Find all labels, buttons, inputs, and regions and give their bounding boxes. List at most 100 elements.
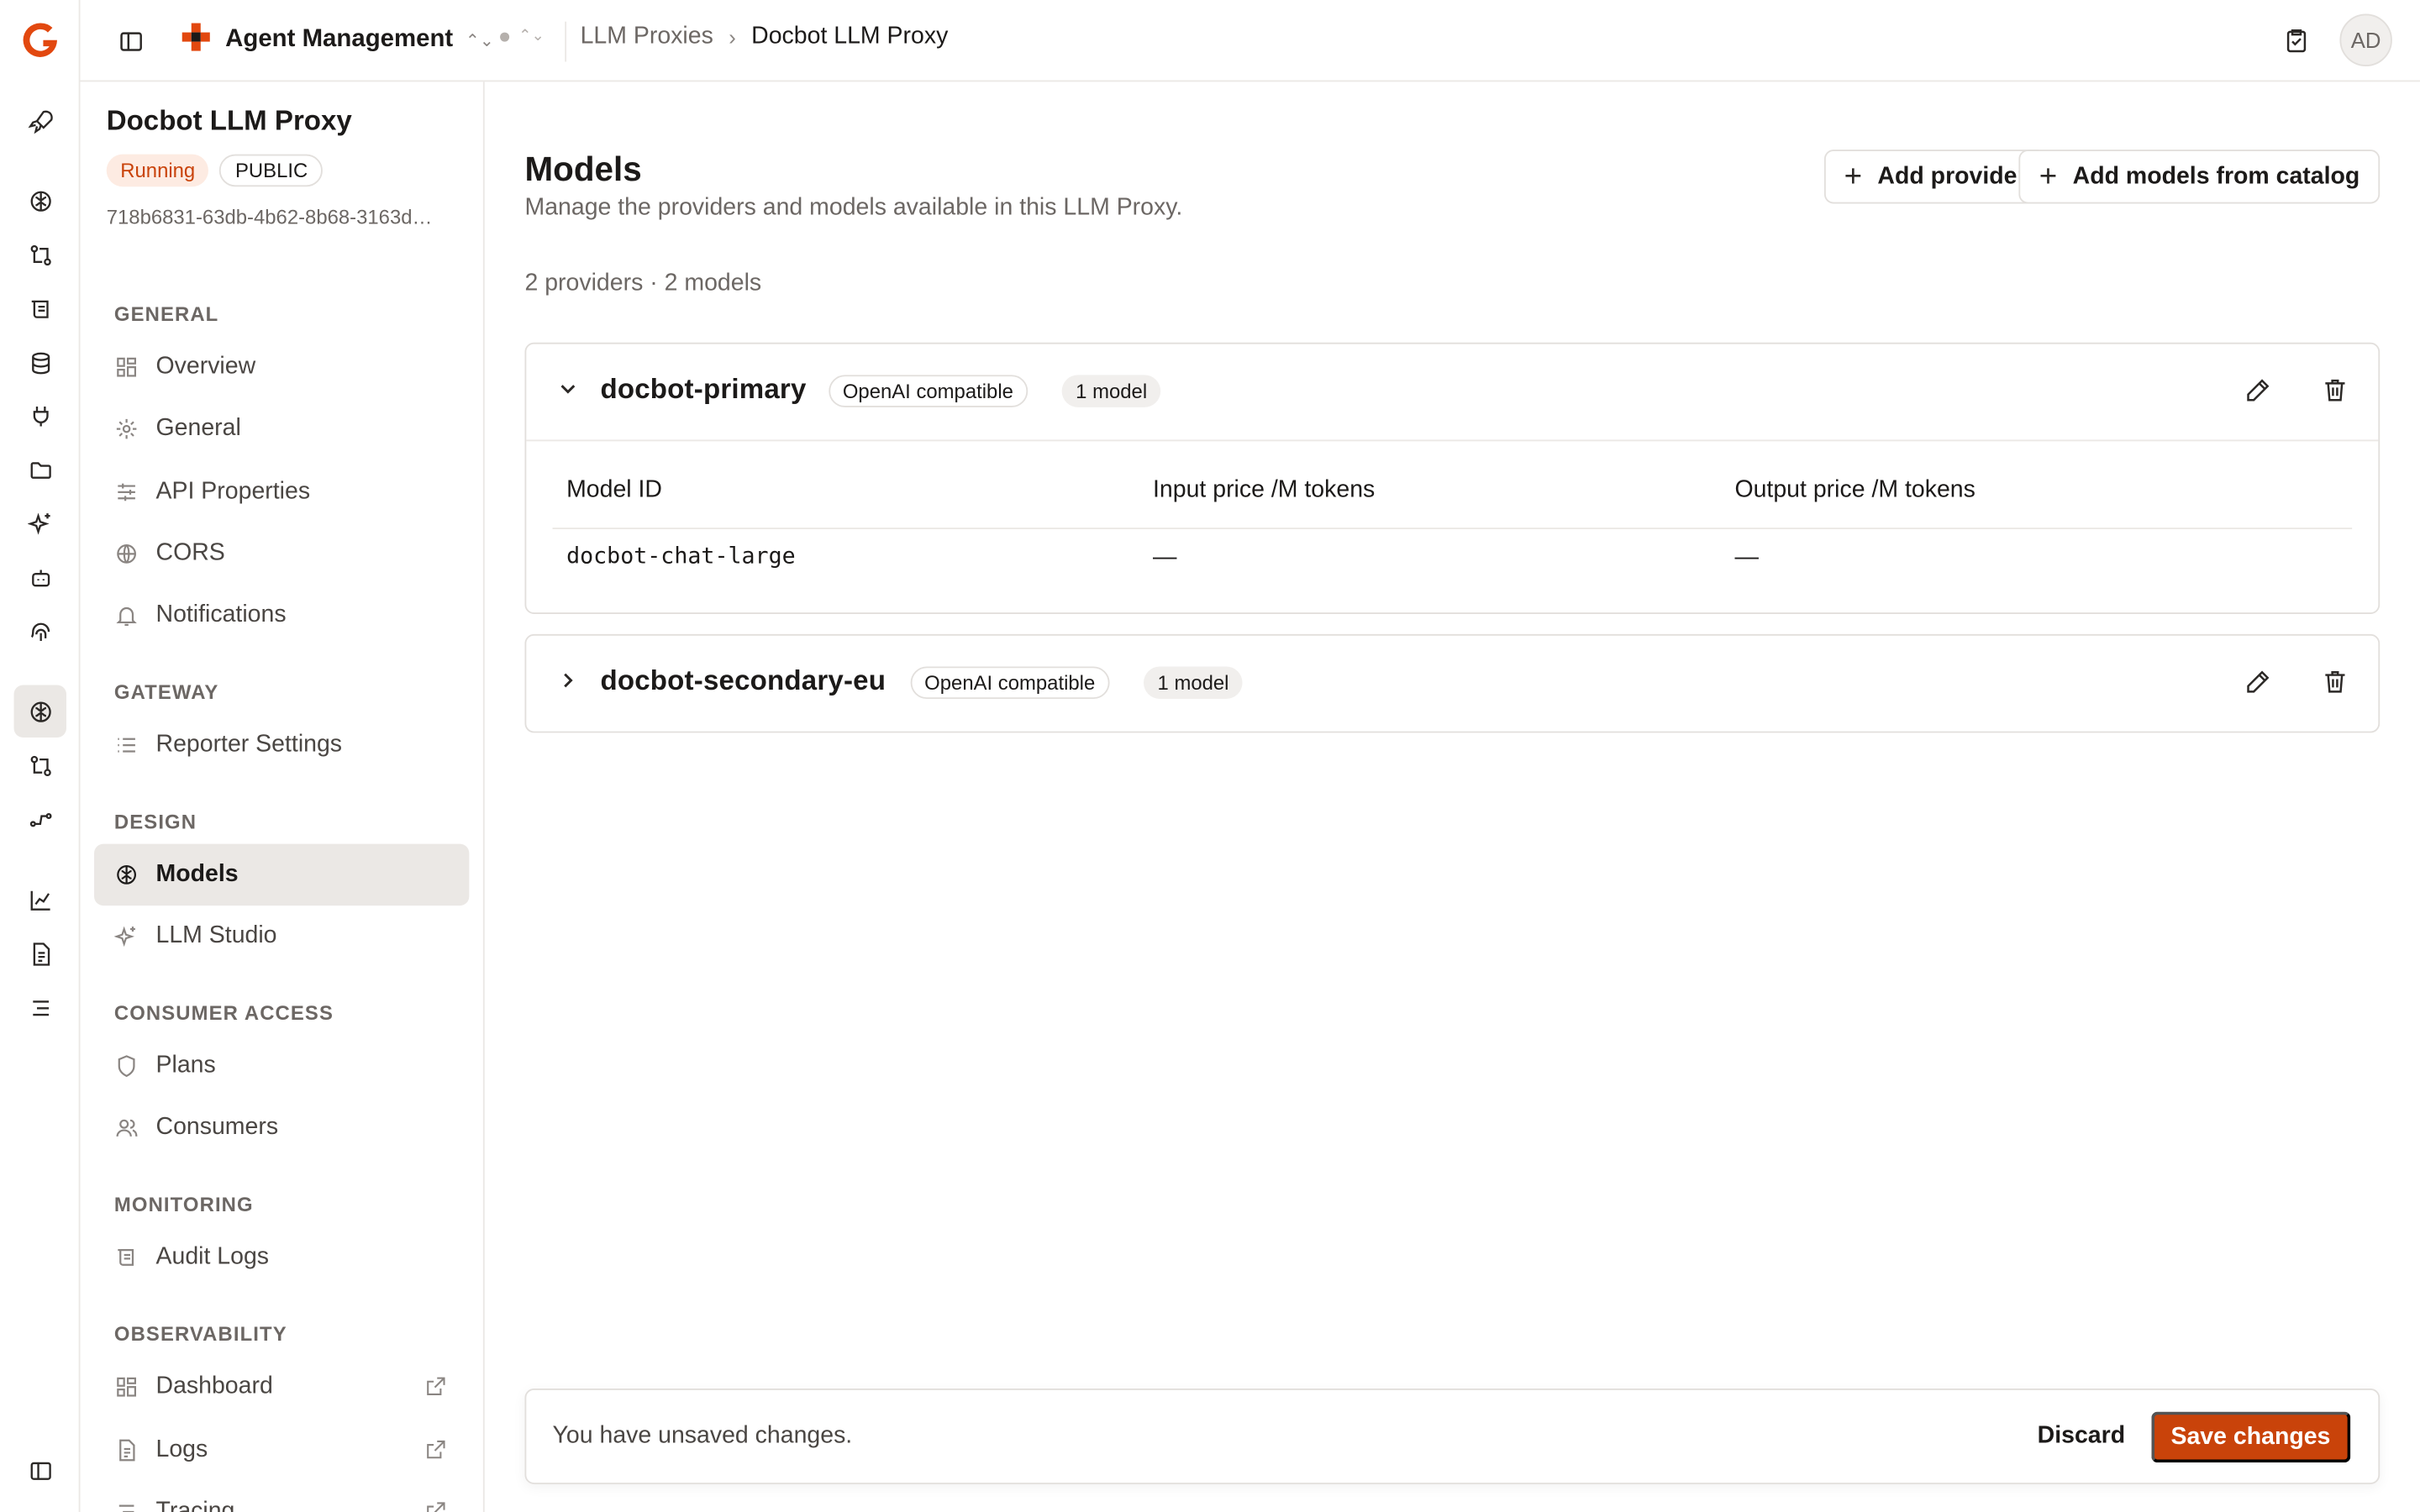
plus-icon: + — [2039, 160, 2058, 194]
breadcrumb-current: Docbot LLM Proxy — [751, 23, 949, 50]
nav-section-general: GENERAL — [113, 302, 219, 326]
nav-item-notifications[interactable]: Notifications — [94, 585, 469, 646]
grid-icon — [113, 354, 139, 381]
nav-item-label: Plans — [155, 1052, 216, 1079]
nav-section-observability: OBSERVABILITY — [113, 1322, 287, 1346]
status-badge: Running — [106, 154, 209, 187]
proxy-id[interactable]: 718b6831-63db-4b62-8b68-3163d… — [107, 205, 461, 228]
nav-item-audit-logs[interactable]: Audit Logs — [94, 1226, 469, 1288]
col-output-price: Output price /M tokens — [1734, 476, 1975, 503]
divider — [552, 528, 2353, 529]
chevron-updown-icon-2: ⌃⌄ — [518, 28, 544, 45]
unsaved-message: You have unsaved changes. — [552, 1422, 853, 1449]
plug-icon[interactable] — [14, 389, 66, 441]
app-root: Agent Management ⌃⌄ ⌃⌄ LLM Proxies › Doc… — [0, 0, 2420, 1512]
add-from-catalog-button[interactable]: + Add models from catalog — [2018, 150, 2381, 204]
page-subtitle: Manage the providers and models availabl… — [524, 194, 1183, 221]
sliders-icon — [113, 479, 139, 505]
nav-item-dashboard[interactable]: Dashboard — [94, 1356, 469, 1417]
provider-actions — [2243, 375, 2351, 406]
org-switcher[interactable]: Agent Management ⌃⌄ — [179, 22, 494, 59]
robot-icon[interactable] — [14, 551, 66, 603]
nav-item-tracing[interactable]: Tracing — [94, 1481, 469, 1512]
model-count-tag: 1 model — [1143, 666, 1244, 700]
save-changes-button[interactable]: Save changes — [2150, 1411, 2351, 1463]
nav-item-general[interactable]: General — [94, 398, 469, 459]
nav-item-overview[interactable]: Overview — [94, 336, 469, 397]
trash-icon[interactable] — [2320, 666, 2351, 697]
line-chart-icon[interactable] — [14, 874, 66, 926]
status-dot-icon — [500, 31, 510, 41]
discard-button[interactable]: Discard — [2038, 1422, 2125, 1450]
document-icon — [113, 1437, 139, 1463]
page-title: Models — [524, 150, 642, 189]
nav-item-reporter-settings[interactable]: Reporter Settings — [94, 714, 469, 775]
database-icon[interactable] — [14, 336, 66, 388]
routes-icon-2[interactable] — [14, 739, 66, 791]
brand-logo-icon[interactable] — [18, 18, 61, 61]
brain-icon[interactable] — [14, 175, 66, 227]
sparkles-icon[interactable] — [14, 496, 66, 549]
external-link-icon — [424, 1374, 448, 1398]
nav-section-gateway: GATEWAY — [113, 680, 219, 704]
grid-icon — [113, 1374, 139, 1400]
brain-icon-active[interactable] — [13, 685, 66, 738]
avatar[interactable]: AD — [2339, 13, 2392, 66]
add-provider-button[interactable]: + Add provider — [1823, 150, 2047, 204]
nav-item-llm-studio[interactable]: LLM Studio — [94, 906, 469, 967]
fingerprint-icon[interactable] — [14, 605, 66, 657]
provider-card-header[interactable]: docbot-secondary-eu OpenAI compatible 1 … — [526, 636, 2378, 732]
clipboard-check-icon[interactable] — [2281, 24, 2312, 55]
chevron-right-icon[interactable] — [557, 669, 579, 691]
org-name: Agent Management — [225, 26, 454, 53]
proxy-badges: Running PUBLIC — [106, 154, 324, 187]
environment-switcher[interactable]: ⌃⌄ — [500, 28, 544, 45]
nav-item-cors[interactable]: CORS — [94, 523, 469, 585]
add-provider-label: Add provider — [1877, 162, 2027, 189]
nav-item-logs[interactable]: Logs — [94, 1420, 469, 1481]
sparkles-icon — [113, 923, 139, 949]
provider-type-tag: OpenAI compatible — [910, 666, 1109, 700]
list-indent-icon[interactable] — [14, 981, 66, 1033]
document-icon[interactable] — [14, 927, 66, 979]
plus-icon: + — [1844, 160, 1863, 194]
provider-name: docbot-primary — [600, 373, 807, 405]
model-count-tag: 1 model — [1061, 375, 1161, 407]
visibility-badge: PUBLIC — [219, 154, 324, 187]
provider-actions — [2243, 666, 2351, 697]
nav-section-design: DESIGN — [113, 810, 197, 833]
globe-icon — [113, 541, 139, 567]
nav-item-label: API Properties — [155, 478, 311, 505]
breadcrumb-llm-proxies[interactable]: LLM Proxies — [581, 24, 713, 51]
org-logo-icon — [179, 19, 213, 61]
external-link-icon — [424, 1438, 448, 1462]
brain-icon — [113, 862, 139, 888]
nav-item-label: LLM Studio — [155, 922, 277, 949]
list-indent-icon — [113, 1499, 139, 1512]
nav-item-api-properties[interactable]: API Properties — [94, 461, 469, 522]
nav-item-consumers[interactable]: Consumers — [94, 1097, 469, 1158]
sidebar-toggle-icon[interactable] — [14, 1444, 66, 1496]
rocket-icon[interactable] — [14, 94, 66, 146]
nav-item-models[interactable]: Models — [94, 843, 470, 906]
panel-toggle-icon[interactable] — [114, 24, 148, 58]
nav-item-label: General — [155, 415, 241, 442]
pencil-icon[interactable] — [2243, 666, 2274, 697]
scroll-icon — [113, 1244, 139, 1270]
folder-icon[interactable] — [14, 443, 66, 495]
unsaved-changes-bar: You have unsaved changes. Discard Save c… — [524, 1389, 2381, 1484]
provider-card-header[interactable]: docbot-primary OpenAI compatible 1 model — [526, 344, 2378, 440]
scroll-icon[interactable] — [14, 282, 66, 334]
table-row[interactable]: docbot-chat-large — — — [566, 544, 2352, 575]
chevron-down-icon[interactable] — [557, 378, 579, 400]
nav-item-plans[interactable]: Plans — [94, 1035, 469, 1096]
nav-section-consumer-access: CONSUMER ACCESS — [113, 1001, 334, 1025]
trash-icon[interactable] — [2320, 375, 2351, 406]
col-model-id: Model ID — [566, 476, 663, 503]
pencil-icon[interactable] — [2243, 375, 2274, 406]
routes-icon[interactable] — [14, 228, 66, 281]
provider-type-tag: OpenAI compatible — [829, 375, 1028, 407]
nav-item-label: Reporter Settings — [155, 731, 343, 758]
provider-model-count: 2 providers · 2 models — [524, 270, 762, 297]
workflow-icon[interactable] — [14, 793, 66, 845]
